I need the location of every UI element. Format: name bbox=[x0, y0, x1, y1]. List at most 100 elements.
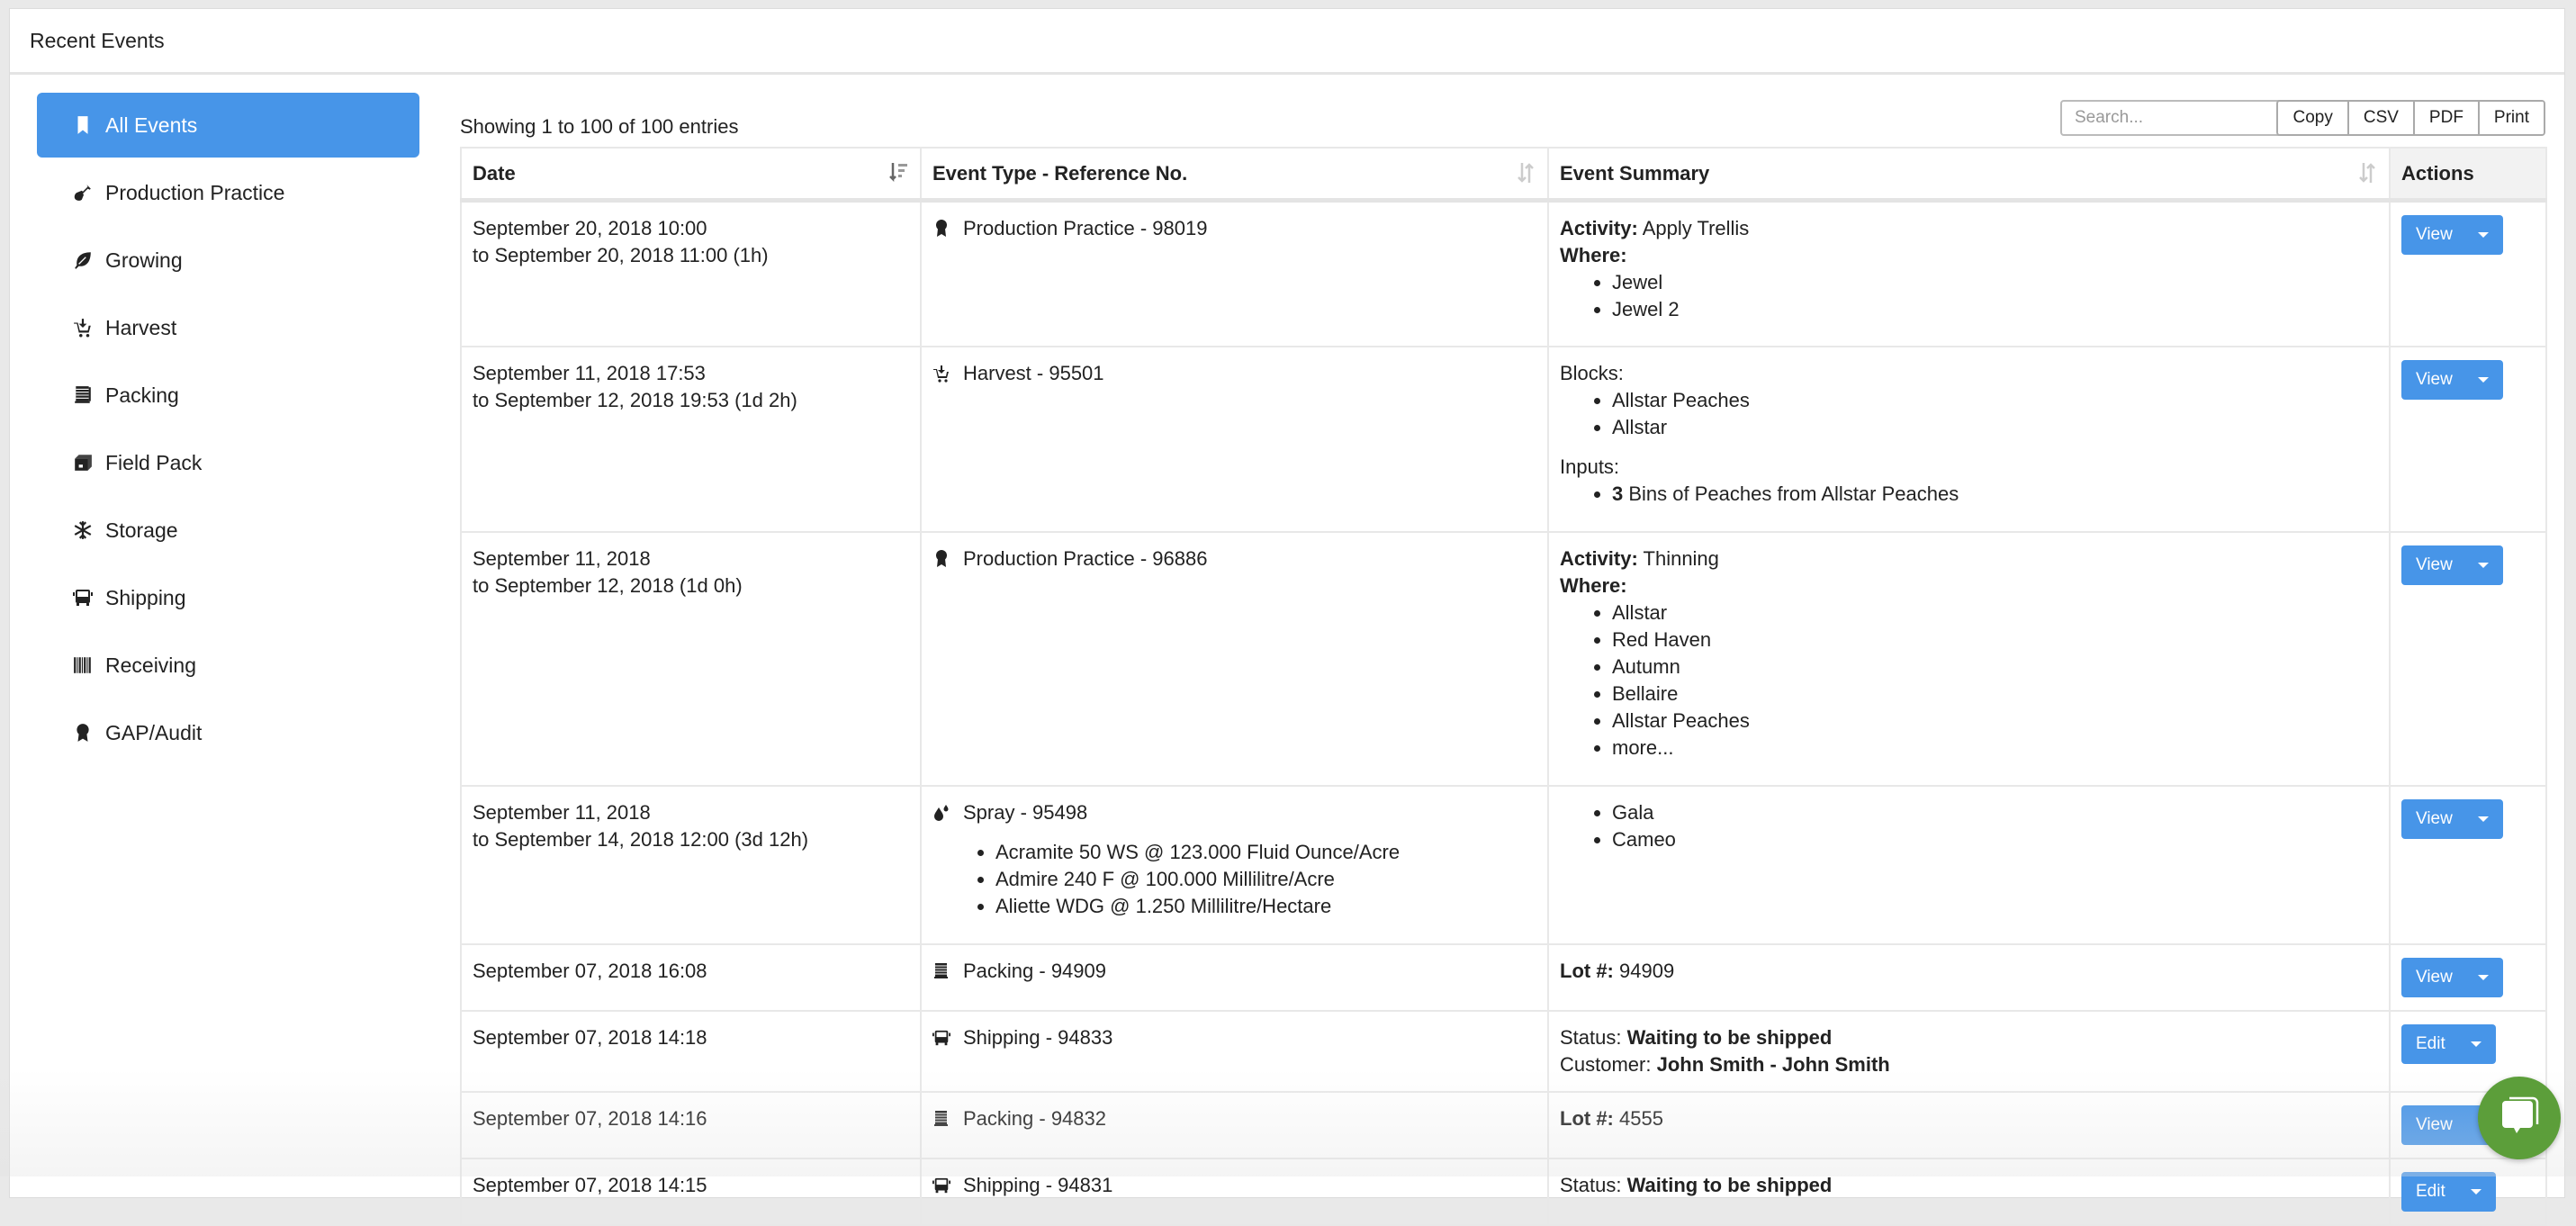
caret-down-icon[interactable] bbox=[2477, 974, 2489, 980]
view-button[interactable]: View bbox=[2401, 359, 2503, 400]
summary-cell: Status: Waiting to be shipped bbox=[1547, 1157, 2391, 1226]
sidebar-item-packing[interactable]: Packing bbox=[37, 363, 419, 428]
csv-button[interactable]: CSV bbox=[2346, 102, 2413, 134]
print-button[interactable]: Print bbox=[2477, 102, 2544, 134]
table-row: September 07, 2018 14:18 Shipping - 9483… bbox=[460, 1009, 2547, 1093]
column-header-summary[interactable]: Event Summary bbox=[1547, 147, 2391, 203]
summary-cell: Status: Waiting to be shipped Customer: … bbox=[1547, 1009, 2391, 1093]
sidebar-item-gap-audit[interactable]: GAP/Audit bbox=[37, 700, 419, 765]
pallet-boxes-icon bbox=[932, 1109, 952, 1129]
varieties-list: GalaCameo bbox=[1560, 799, 2378, 853]
caret-down-icon[interactable] bbox=[2477, 232, 2489, 238]
inputs-list: 3 Bins of Peaches from Allstar Peaches bbox=[1560, 481, 2378, 508]
end-date: to September 20, 2018 11:00 (1h) bbox=[473, 244, 769, 266]
table-row: September 11, 2018 to September 14, 2018 … bbox=[460, 784, 2547, 945]
inputs-label: Inputs: bbox=[1560, 455, 1620, 478]
date-cell: September 20, 2018 10:00 to September 20,… bbox=[460, 199, 922, 347]
end-date: to September 12, 2018 (1d 0h) bbox=[473, 573, 743, 597]
date-cell: September 07, 2018 14:18 bbox=[460, 1009, 922, 1093]
view-button[interactable]: View bbox=[2401, 545, 2503, 585]
input-description: Bins of Peaches from Allstar Peaches bbox=[1628, 482, 1959, 505]
list-item: Gala bbox=[1612, 799, 2378, 826]
view-button[interactable]: View bbox=[2401, 798, 2503, 839]
list-item: Autumn bbox=[1612, 654, 2378, 681]
actions-cell: View bbox=[2389, 345, 2547, 533]
event-reference-link[interactable]: Production Practice - 96886 bbox=[963, 545, 1208, 572]
search-input[interactable] bbox=[2060, 100, 2291, 136]
caret-down-icon[interactable] bbox=[2470, 1188, 2481, 1194]
caret-down-icon[interactable] bbox=[2477, 376, 2489, 383]
sidebar-item-shipping[interactable]: Shipping bbox=[37, 565, 419, 630]
view-button[interactable]: View bbox=[2401, 215, 2503, 255]
barcode-icon bbox=[71, 654, 95, 677]
lot-label: Lot #: bbox=[1560, 959, 1614, 982]
column-header-date[interactable]: Date bbox=[460, 147, 922, 203]
lot-label: Lot #: bbox=[1560, 1106, 1614, 1130]
button-label: View bbox=[2416, 225, 2453, 244]
sidebar-item-field-pack[interactable]: Field Pack bbox=[37, 430, 419, 495]
blocks-label: Blocks: bbox=[1560, 361, 1624, 384]
summary-cell: Lot #: 94909 bbox=[1547, 942, 2391, 1012]
sidebar-item-label: Storage bbox=[105, 518, 178, 542]
table-row: September 11, 2018 17:53 to September 12,… bbox=[460, 345, 2547, 533]
pdf-button[interactable]: PDF bbox=[2412, 102, 2478, 134]
edit-button[interactable]: Edit bbox=[2401, 1171, 2496, 1212]
spray-products-list: Acramite 50 WS @ 123.000 Fluid Ounce/Acr… bbox=[932, 839, 1536, 920]
date-cell: September 07, 2018 16:08 bbox=[460, 942, 922, 1012]
award-icon bbox=[932, 219, 952, 239]
sidebar-item-growing[interactable]: Growing bbox=[37, 228, 419, 293]
start-date: September 07, 2018 14:16 bbox=[473, 1106, 707, 1130]
where-label: Where: bbox=[1560, 244, 1627, 266]
status-value: Waiting to be shipped bbox=[1626, 1173, 1833, 1196]
sidebar-item-storage[interactable]: Storage bbox=[37, 498, 419, 563]
status-label: Status: bbox=[1560, 1025, 1622, 1049]
date-cell: September 11, 2018 to September 12, 2018 … bbox=[460, 530, 922, 787]
view-button[interactable]: View bbox=[2401, 957, 2503, 997]
summary-cell: Blocks: Allstar PeachesAllstar Inputs: 3… bbox=[1547, 345, 2391, 533]
activity-value: Apply Trellis bbox=[1642, 217, 1750, 239]
list-item: Allstar bbox=[1612, 414, 2378, 441]
table-toolbar: Showing 1 to 100 of 100 entries Copy CSV… bbox=[460, 93, 2545, 147]
sort-both-icon bbox=[2359, 163, 2375, 183]
list-item: Jewel bbox=[1612, 269, 2378, 296]
list-item: Bellaire bbox=[1612, 681, 2378, 708]
copy-button[interactable]: Copy bbox=[2278, 102, 2347, 134]
where-list: Allstar Red Haven Autumn Bellaire Allsta… bbox=[1560, 599, 2378, 762]
snowflake-icon bbox=[71, 518, 95, 542]
event-type-cell: Production Practice - 98019 bbox=[920, 199, 1549, 347]
caret-down-icon[interactable] bbox=[2470, 1041, 2481, 1047]
sidebar-item-production-practice[interactable]: Production Practice bbox=[37, 160, 419, 225]
event-reference-link[interactable]: Spray - 95498 bbox=[963, 799, 1087, 826]
sidebar-item-label: GAP/Audit bbox=[105, 720, 203, 744]
start-date: September 07, 2018 14:18 bbox=[473, 1025, 707, 1049]
edit-button[interactable]: Edit bbox=[2401, 1023, 2496, 1064]
sidebar-item-label: Field Pack bbox=[105, 450, 203, 474]
blocks-list: Allstar PeachesAllstar bbox=[1560, 387, 2378, 441]
sidebar-item-all-events[interactable]: All Events bbox=[37, 93, 419, 158]
event-reference-link[interactable]: Packing - 94832 bbox=[963, 1105, 1106, 1132]
caret-down-icon[interactable] bbox=[2477, 816, 2489, 822]
summary-cell: Activity: Apply Trellis Where: JewelJewe… bbox=[1547, 199, 2391, 347]
table-row: September 20, 2018 10:00 to September 20,… bbox=[460, 199, 2547, 347]
event-reference-link[interactable]: Shipping - 94831 bbox=[963, 1172, 1112, 1199]
sidebar-item-harvest[interactable]: Harvest bbox=[37, 295, 419, 360]
pallet-boxes-icon bbox=[932, 961, 952, 981]
chat-widget-button[interactable] bbox=[2478, 1077, 2561, 1159]
more-link[interactable]: more... bbox=[1612, 735, 2378, 762]
sort-both-icon bbox=[1518, 163, 1534, 183]
box-icon bbox=[71, 451, 95, 474]
caret-down-icon[interactable] bbox=[2477, 562, 2489, 568]
event-reference-link[interactable]: Packing - 94909 bbox=[963, 958, 1106, 985]
lot-value: 4555 bbox=[1619, 1106, 1663, 1130]
customer-value: John Smith - John Smith bbox=[1656, 1052, 1890, 1076]
award-icon bbox=[932, 549, 952, 569]
column-header-label: Event Type - Reference No. bbox=[932, 161, 1188, 185]
leaf-icon bbox=[71, 248, 95, 272]
event-reference-link[interactable]: Production Practice - 98019 bbox=[963, 215, 1208, 242]
sidebar-item-receiving[interactable]: Receiving bbox=[37, 633, 419, 698]
column-header-event-type[interactable]: Event Type - Reference No. bbox=[920, 147, 1549, 203]
droplets-icon bbox=[932, 803, 952, 823]
button-label: View bbox=[2416, 554, 2453, 574]
event-reference-link[interactable]: Harvest - 95501 bbox=[963, 360, 1104, 387]
event-reference-link[interactable]: Shipping - 94833 bbox=[963, 1024, 1112, 1051]
